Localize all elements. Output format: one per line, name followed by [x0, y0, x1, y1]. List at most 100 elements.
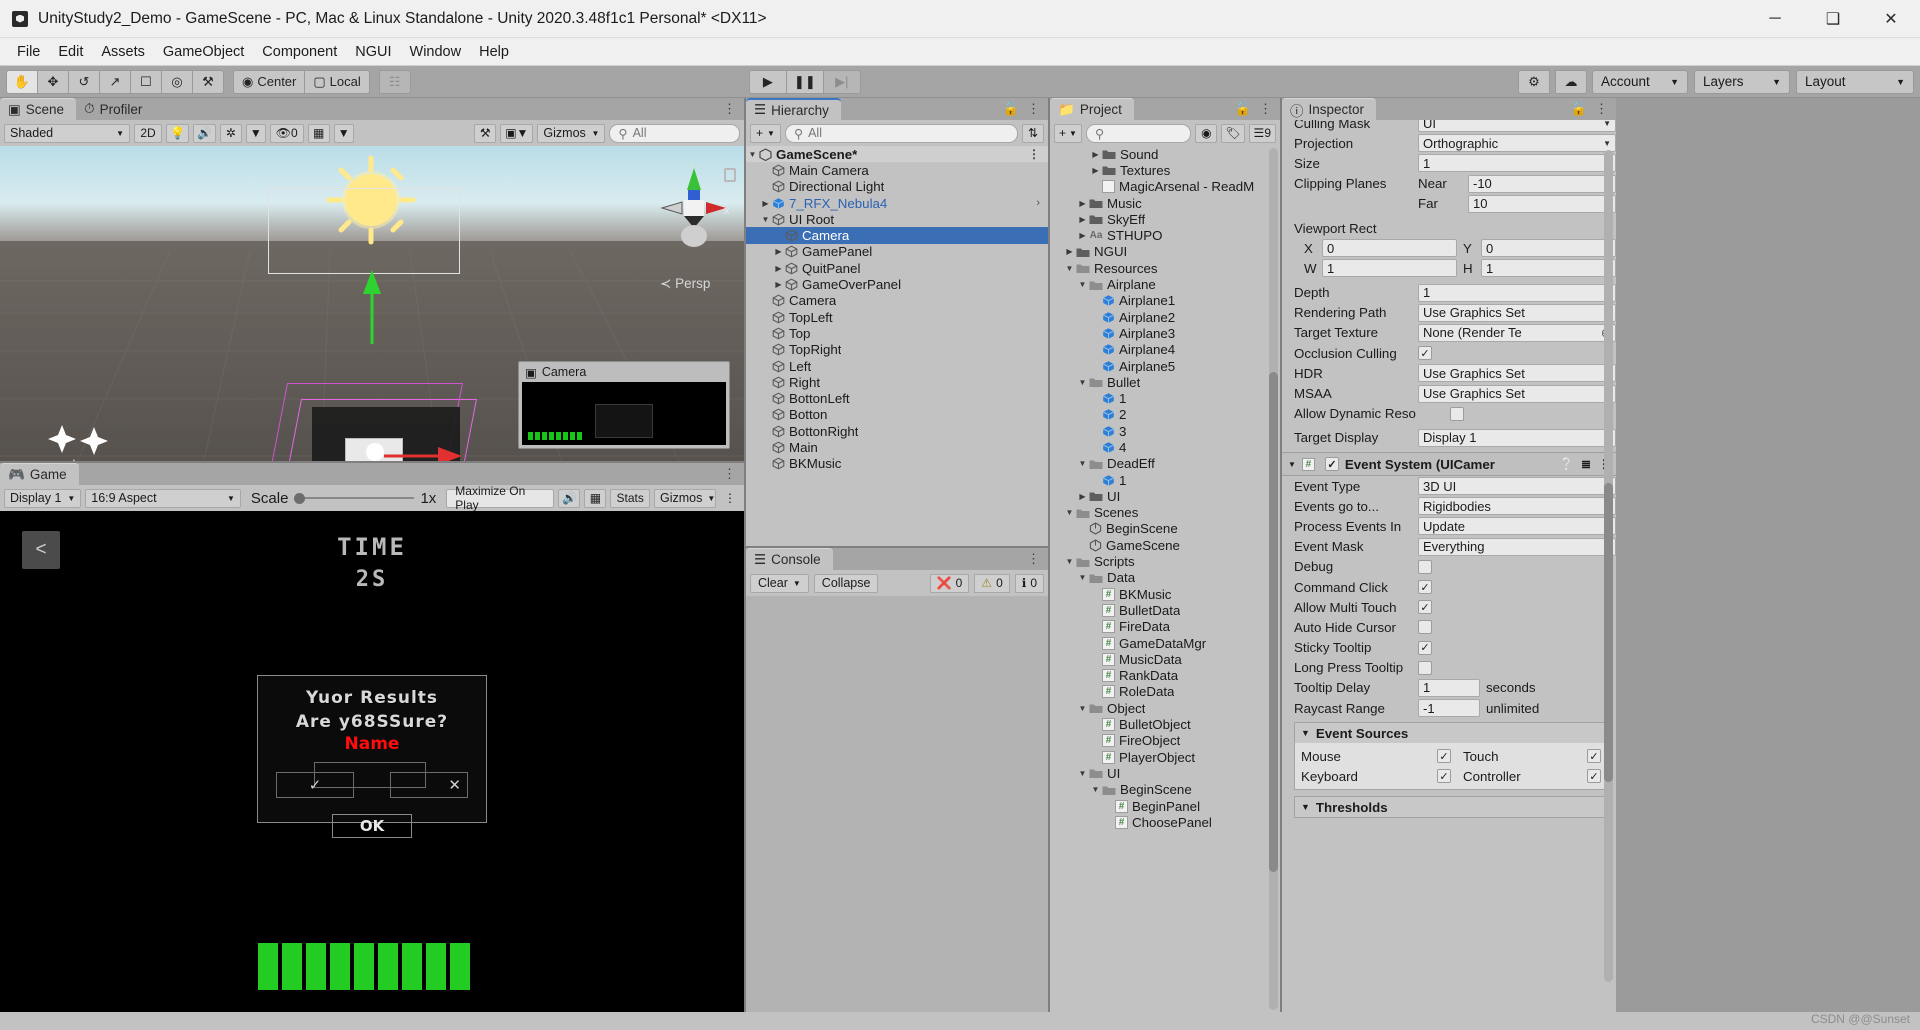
project-row[interactable]: # RoleData: [1050, 684, 1280, 700]
depth-input[interactable]: 1: [1418, 283, 1616, 302]
project-row[interactable]: Airplane3: [1050, 325, 1280, 341]
scene-context-menu-icon[interactable]: ⋮: [1028, 147, 1044, 161]
dialog-cancel-button[interactable]: ✕: [390, 772, 468, 798]
viewport-y-input[interactable]: 0: [1481, 239, 1616, 258]
scene-camera-icon[interactable]: ▣▼: [500, 123, 534, 143]
hierarchy-add-button[interactable]: + ▼: [750, 123, 781, 143]
lock-icon[interactable]: [724, 168, 736, 182]
far-input[interactable]: 10: [1468, 194, 1616, 213]
toggle-2d-button[interactable]: 2D: [134, 123, 162, 143]
grid-visibility-icon[interactable]: ▦: [307, 123, 330, 143]
chevron-down-icon[interactable]: ▼: [1076, 573, 1089, 582]
tab-game[interactable]: 🎮 Game: [0, 463, 79, 485]
project-filter-label-icon[interactable]: 🏷: [1221, 123, 1245, 143]
chevron-down-icon[interactable]: ▼: [1063, 557, 1076, 566]
chevron-right-icon[interactable]: ▶: [1089, 166, 1102, 175]
chevron-right-icon[interactable]: ▶: [772, 247, 785, 256]
target-texture-field[interactable]: None (Render Te ◉: [1418, 323, 1616, 342]
project-row[interactable]: 1: [1050, 472, 1280, 488]
lighting-icon[interactable]: 💡: [166, 123, 189, 143]
game-gizmos-dropdown[interactable]: Gizmos ▼: [653, 488, 716, 508]
target-display-dropdown[interactable]: Display 1 ▼: [1418, 428, 1616, 447]
display-dropdown[interactable]: Display 1 ▼: [4, 488, 82, 508]
inspector-scroll-thumb[interactable]: [1604, 482, 1613, 783]
project-row[interactable]: # BulletData: [1050, 602, 1280, 618]
process-events-in-dropdown[interactable]: Update ▼: [1418, 517, 1616, 536]
stats-grid-icon[interactable]: ▦: [584, 488, 607, 508]
inspector-more-icon[interactable]: ⋮: [1595, 101, 1608, 117]
projection-dropdown[interactable]: Orthographic ▼: [1418, 134, 1616, 153]
project-row[interactable]: ▶ Music: [1050, 195, 1280, 211]
project-row[interactable]: ▼ Scripts: [1050, 553, 1280, 569]
menu-assets[interactable]: Assets: [92, 42, 154, 62]
hierarchy-row[interactable]: BottonRight: [746, 423, 1048, 439]
hierarchy-search-input[interactable]: ⚲ All: [784, 123, 1018, 143]
occlusion-culling-checkbox[interactable]: ✓: [1418, 346, 1432, 361]
fx-dropdown-icon[interactable]: ▼: [245, 123, 266, 143]
sticky-tooltip-checkbox[interactable]: ✓: [1418, 640, 1432, 655]
chevron-right-icon[interactable]: ▶: [1063, 247, 1076, 256]
tab-profiler[interactable]: ⏱ Profiler: [76, 98, 155, 120]
close-button[interactable]: ✕: [1862, 0, 1920, 38]
step-button[interactable]: ▶|: [822, 69, 861, 94]
mute-audio-icon[interactable]: 🔊: [558, 488, 581, 508]
hierarchy-row[interactable]: TopRight: [746, 342, 1048, 358]
move-gizmo-center[interactable]: [360, 436, 390, 461]
tooltip-delay-input[interactable]: 1: [1418, 678, 1480, 697]
dialog-confirm-button[interactable]: ✓: [276, 772, 354, 798]
project-row[interactable]: # PlayerObject: [1050, 749, 1280, 765]
grid-snap-icon[interactable]: ☷: [378, 69, 411, 94]
event-system-enabled-checkbox[interactable]: ✓: [1324, 457, 1339, 471]
chevron-down-icon[interactable]: ▼: [1089, 785, 1102, 794]
project-row[interactable]: Airplane1: [1050, 293, 1280, 309]
dialog-ok-button[interactable]: OK: [332, 814, 412, 838]
hand-tool-icon[interactable]: ✋: [6, 69, 38, 94]
project-row[interactable]: # GameDataMgr: [1050, 635, 1280, 651]
near-input[interactable]: -10: [1468, 174, 1616, 193]
maximize-on-play-button[interactable]: Maximize On Play: [446, 484, 555, 512]
menu-ngui[interactable]: NGUI: [346, 42, 400, 62]
hierarchy-row[interactable]: Main: [746, 439, 1048, 455]
project-row[interactable]: 3: [1050, 423, 1280, 439]
raycast-range-input[interactable]: -1: [1418, 699, 1480, 718]
project-row[interactable]: ▼ BeginScene: [1050, 782, 1280, 798]
hierarchy-row[interactable]: Camera: [746, 293, 1048, 309]
events-go-to-dropdown[interactable]: Rigidbodies ▼: [1418, 497, 1616, 516]
help-icon[interactable]: ❔: [1559, 457, 1574, 471]
project-row[interactable]: ▼ Data: [1050, 570, 1280, 586]
keyboard-checkbox[interactable]: ✓: [1437, 769, 1451, 784]
project-row[interactable]: GameScene: [1050, 537, 1280, 553]
hierarchy-row[interactable]: Botton: [746, 407, 1048, 423]
chevron-down-icon[interactable]: ▼: [746, 150, 759, 159]
chevron-right-icon[interactable]: ▶: [1076, 215, 1089, 224]
project-tree[interactable]: ▶ Sound ▶ Textures MagicArsenal - ReadM ▶ Musi…: [1050, 146, 1280, 1012]
menu-file[interactable]: File: [8, 42, 49, 62]
viewport-w-input[interactable]: 1: [1322, 259, 1457, 278]
console-info-count[interactable]: ℹ 0: [1014, 573, 1044, 593]
project-row[interactable]: ▶ Textures: [1050, 162, 1280, 178]
move-gizmo-x-axis[interactable]: [382, 442, 470, 461]
msaa-dropdown[interactable]: Use Graphics Set ▼: [1418, 384, 1616, 403]
hierarchy-row[interactable]: BKMusic: [746, 456, 1048, 472]
project-row[interactable]: BeginScene: [1050, 521, 1280, 537]
game-more-icon[interactable]: ⋮: [723, 466, 736, 482]
move-tool-icon[interactable]: ✥: [37, 69, 69, 94]
event-type-dropdown[interactable]: 3D UI ▼: [1418, 477, 1616, 496]
transform-tool-icon[interactable]: ◎: [161, 69, 193, 94]
chevron-right-icon[interactable]: ▶: [772, 264, 785, 273]
project-row[interactable]: ▼ Bullet: [1050, 374, 1280, 390]
hierarchy-tree[interactable]: ▼ GameScene* ⋮ Main Camera Directional Li…: [746, 146, 1048, 546]
tab-console[interactable]: ☰ Console: [746, 548, 833, 570]
project-filter-type-icon[interactable]: ◉: [1195, 123, 1218, 143]
controller-checkbox[interactable]: ✓: [1587, 769, 1601, 784]
chevron-right-icon[interactable]: ▶: [1076, 231, 1089, 240]
project-row[interactable]: ▼ Object: [1050, 700, 1280, 716]
layers-dropdown[interactable]: Layers ▼: [1693, 69, 1790, 94]
hierarchy-row[interactable]: ▶ GamePanel: [746, 244, 1048, 260]
preset-icon[interactable]: ≣: [1581, 457, 1591, 471]
project-add-button[interactable]: + ▼: [1054, 123, 1082, 143]
auto-hide-cursor-checkbox[interactable]: [1418, 620, 1432, 635]
hierarchy-sort-icon[interactable]: ⇅: [1022, 123, 1044, 143]
hierarchy-row[interactable]: Right: [746, 374, 1048, 390]
chevron-right-icon[interactable]: ▶: [759, 199, 772, 208]
